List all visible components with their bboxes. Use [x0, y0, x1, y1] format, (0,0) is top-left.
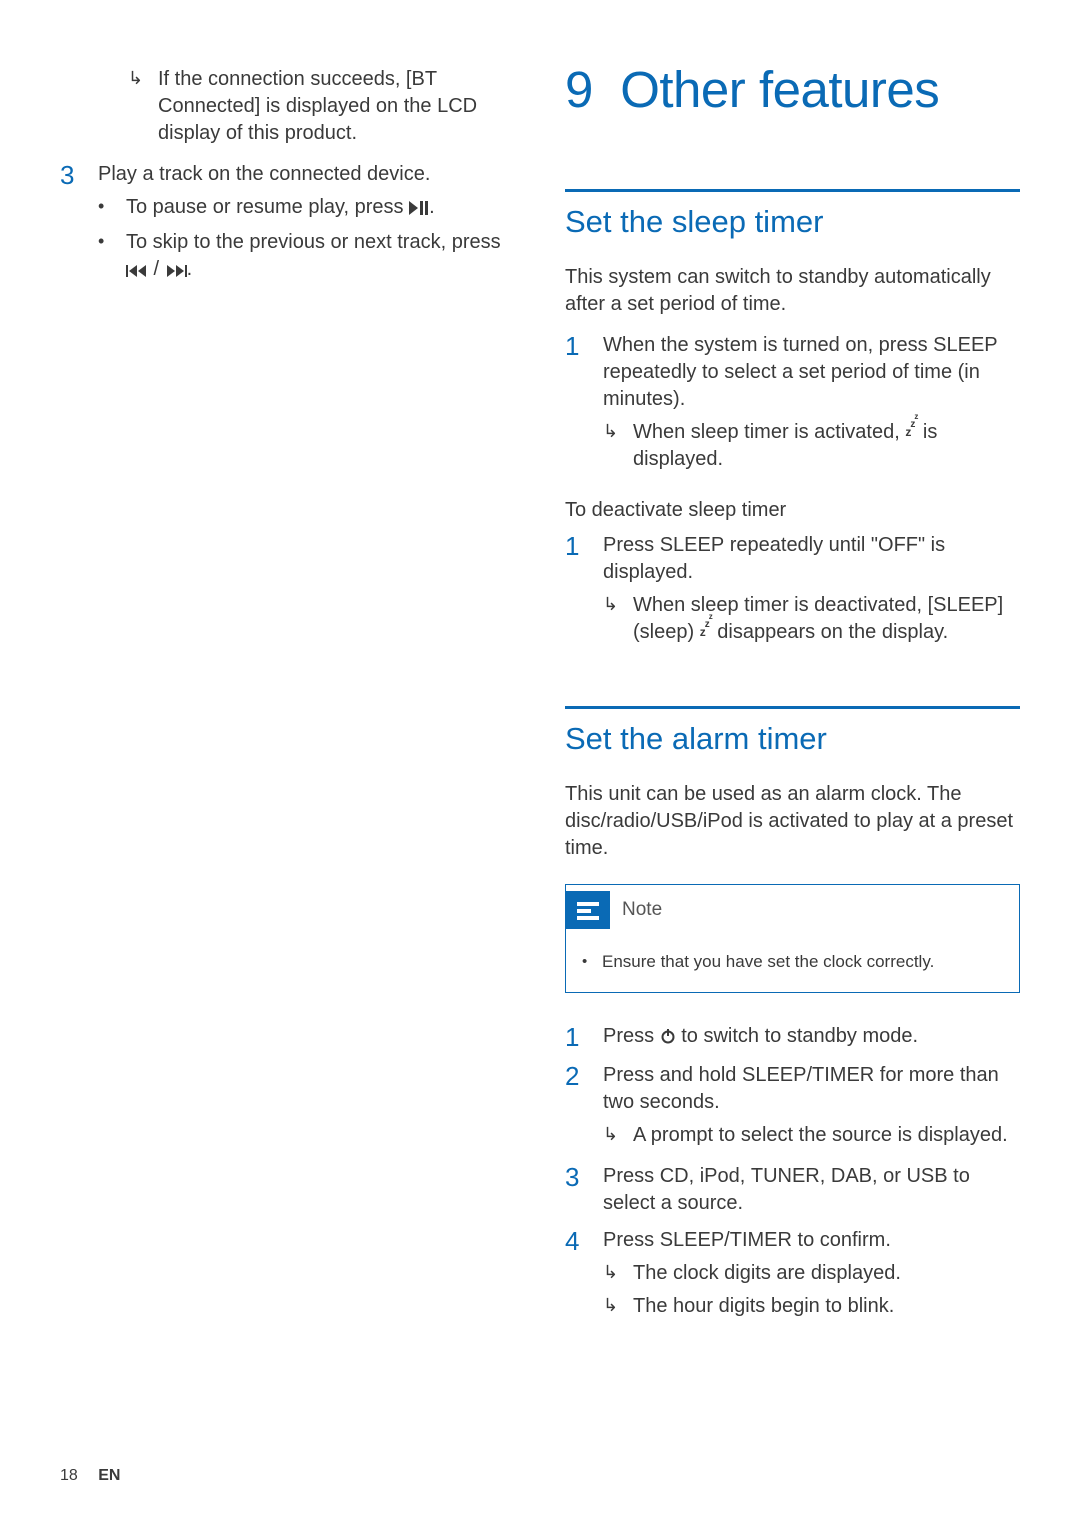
- sleep-s1-r1-pre: When sleep timer is activated,: [633, 421, 905, 443]
- pause-resume-post: .: [429, 196, 435, 218]
- page-footer: 18 EN: [60, 1467, 120, 1485]
- bullet-skip: • To skip to the previous or next track,…: [98, 229, 515, 285]
- alarm-s4-pre: Press: [603, 1229, 660, 1251]
- section-divider: [565, 189, 1020, 192]
- note-icon: [566, 891, 610, 929]
- alarm-s4-r2: The hour digits begin to blink.: [633, 1293, 1020, 1320]
- connection-result-text: If the connection succeeds, [BT Connecte…: [158, 66, 515, 147]
- pause-resume-pre: To pause or resume play, press: [126, 196, 409, 218]
- alarm-intro: This unit can be used as an alarm clock.…: [565, 781, 1020, 862]
- chapter-title: 9 Other features: [565, 60, 1020, 119]
- step-number: 3: [565, 1163, 603, 1217]
- step-number: 1: [565, 1023, 603, 1052]
- deactivate-step-1: 1 Press SLEEP repeatedly until "OFF" is …: [565, 532, 1020, 650]
- play-pause-icon: [409, 196, 429, 223]
- alarm-step-2: 2 Press and hold SLEEP/TIMER for more th…: [565, 1062, 1020, 1153]
- sleep-s1-pre: When the system is turned on, press: [603, 334, 933, 356]
- result-arrow-icon: ↳: [603, 419, 633, 473]
- alarm-s1-pre: Press: [603, 1025, 660, 1047]
- sleep-heading: Set the sleep timer: [565, 204, 1020, 240]
- sleep-intro: This system can switch to standby automa…: [565, 264, 1020, 318]
- result-item: ↳ When sleep timer is activated, zzz is …: [603, 419, 1020, 473]
- result-item: ↳ When sleep timer is deactivated, [SLEE…: [603, 592, 1020, 646]
- result-arrow-icon: ↳: [603, 1122, 633, 1149]
- right-column: 9 Other features Set the sleep timer Thi…: [565, 60, 1020, 1334]
- skip-next-icon: [165, 258, 187, 285]
- skip-previous-icon: [126, 258, 148, 285]
- skip-pre: To skip to the previous or next track, p…: [126, 231, 501, 253]
- step-number: 3: [60, 161, 98, 289]
- skip-mid: /: [148, 258, 165, 280]
- alarm-s4-bold: SLEEP/TIMER: [660, 1229, 792, 1251]
- deact-d1-bold: SLEEP: [660, 534, 724, 556]
- alarm-step-1: 1 Press to switch to standby mode.: [565, 1023, 1020, 1052]
- sleep-s1-post: repeatedly to select a set period of tim…: [603, 361, 980, 410]
- s3-dab: DAB: [831, 1165, 872, 1187]
- section-divider: [565, 706, 1020, 709]
- sleep-zz-icon: zzz: [700, 625, 712, 639]
- alarm-s2-r1: A prompt to select the source is display…: [633, 1122, 1020, 1149]
- s3-tuner: TUNER: [751, 1165, 820, 1187]
- s3-cd: CD: [660, 1165, 689, 1187]
- result-arrow-icon: ↳: [128, 66, 158, 147]
- result-arrow-icon: ↳: [603, 592, 633, 646]
- sleep-s1-bold: SLEEP: [933, 334, 997, 356]
- alarm-step-3: 3 Press CD, iPod, TUNER, DAB, or USB to …: [565, 1163, 1020, 1217]
- bullet-dot-icon: •: [98, 229, 126, 285]
- alarm-s4-r1: The clock digits are displayed.: [633, 1260, 1020, 1287]
- language-code: EN: [98, 1467, 120, 1484]
- bullet-pause-resume: • To pause or resume play, press .: [98, 194, 515, 223]
- alarm-step-4: 4 Press SLEEP/TIMER to confirm. ↳ The cl…: [565, 1227, 1020, 1324]
- step3-text: Play a track on the connected device.: [98, 163, 430, 185]
- note-text: Ensure that you have set the clock corre…: [602, 951, 1003, 974]
- chapter-number: 9: [565, 61, 593, 118]
- result-item: ↳ The hour digits begin to blink.: [603, 1293, 1020, 1320]
- deact-d1-r1-post: disappears on the display.: [712, 621, 948, 643]
- note-box: Note • Ensure that you have set the cloc…: [565, 884, 1020, 993]
- result-item: ↳ The clock digits are displayed.: [603, 1260, 1020, 1287]
- alarm-s4-post: to confirm.: [792, 1229, 891, 1251]
- step-number: 1: [565, 532, 603, 650]
- result-item: ↳ A prompt to select the source is displ…: [603, 1122, 1020, 1149]
- step-number: 2: [565, 1062, 603, 1153]
- chapter-title-text: Other features: [620, 61, 939, 118]
- page-number: 18: [60, 1467, 78, 1484]
- result-arrow-icon: ↳: [603, 1260, 633, 1287]
- bullet-dot-icon: •: [98, 194, 126, 223]
- note-label: Note: [622, 899, 662, 921]
- alarm-s2-bold: SLEEP/TIMER: [742, 1064, 874, 1086]
- alarm-s2-pre: Press and hold: [603, 1064, 742, 1086]
- s3-ipod: iPod: [700, 1165, 740, 1187]
- result-arrow-icon: ↳: [603, 1293, 633, 1320]
- bullet-dot-icon: •: [582, 951, 602, 974]
- alarm-s3-pre: Press: [603, 1165, 660, 1187]
- alarm-s1-post: to switch to standby mode.: [676, 1025, 918, 1047]
- sleep-zz-icon: zzz: [905, 425, 917, 439]
- note-bullet: • Ensure that you have set the clock cor…: [582, 951, 1003, 974]
- step-number: 1: [565, 332, 603, 477]
- skip-post: .: [187, 258, 193, 280]
- deact-d1-pre: Press: [603, 534, 660, 556]
- power-icon: [660, 1025, 676, 1052]
- left-step-3: 3 Play a track on the connected device. …: [60, 161, 515, 289]
- deactivate-heading: To deactivate sleep timer: [565, 499, 1020, 522]
- alarm-heading: Set the alarm timer: [565, 721, 1020, 757]
- s3-usb: USB: [906, 1165, 947, 1187]
- sleep-step-1: 1 When the system is turned on, press SL…: [565, 332, 1020, 477]
- left-column: ↳ If the connection succeeds, [BT Connec…: [60, 60, 515, 1334]
- result-item: ↳ If the connection succeeds, [BT Connec…: [128, 66, 515, 147]
- step-number: 4: [565, 1227, 603, 1324]
